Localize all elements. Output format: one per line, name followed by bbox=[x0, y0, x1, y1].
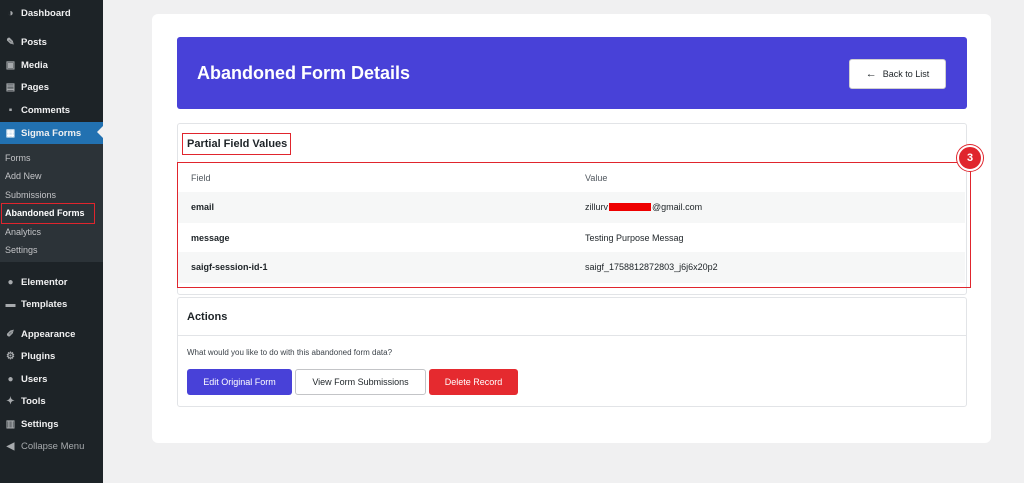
pushpin-icon: ✎ bbox=[6, 36, 15, 48]
sidebar-item-label: Plugins bbox=[21, 350, 56, 362]
paintbrush-icon: ✐ bbox=[6, 328, 15, 340]
sidebar-item-sigma-forms[interactable]: ▦ Sigma Forms bbox=[0, 122, 103, 144]
sidebar-item-label: Posts bbox=[21, 36, 47, 48]
sidebar-item-media[interactable]: ▣ Media bbox=[0, 55, 103, 75]
collapse-menu-label: Collapse Menu bbox=[21, 440, 85, 452]
highlight-box-table bbox=[177, 162, 971, 288]
header-banner: Abandoned Form Details ← Back to List bbox=[177, 37, 967, 109]
media-icon: ▣ bbox=[5, 59, 16, 71]
pages-icon: ▤ bbox=[5, 81, 16, 93]
actions-title: Actions bbox=[187, 311, 228, 323]
sidebar-item-pages[interactable]: ▤ Pages bbox=[0, 77, 103, 97]
highlight-box-partial-title bbox=[182, 133, 291, 155]
comment-icon: ▪ bbox=[8, 104, 13, 116]
sidebar-item-label: Settings bbox=[21, 418, 59, 430]
submenu-item-analytics[interactable]: Analytics bbox=[5, 227, 41, 237]
sidebar-item-comments[interactable]: ▪ Comments bbox=[0, 100, 103, 120]
sidebar-item-appearance[interactable]: ✐ Appearance bbox=[0, 324, 103, 344]
sidebar-item-plugins[interactable]: ⚙ Plugins bbox=[0, 346, 103, 366]
back-to-list-label: Back to List bbox=[882, 69, 930, 79]
sidebar-item-label: Dashboard bbox=[21, 7, 71, 19]
sidebar-item-label: Appearance bbox=[21, 328, 76, 340]
elementor-icon: ● bbox=[7, 276, 14, 288]
sidebar-item-elementor[interactable]: ● Elementor bbox=[0, 272, 103, 292]
delete-record-button[interactable]: Delete Record bbox=[429, 369, 518, 395]
sidebar-item-tools[interactable]: ✦ Tools bbox=[0, 391, 103, 411]
sidebar-item-label: Templates bbox=[21, 298, 68, 310]
back-to-list-button[interactable]: ← Back to List bbox=[849, 59, 946, 89]
sidebar-item-settings[interactable]: ▥ Settings bbox=[0, 414, 103, 434]
sidebar-item-users[interactable]: ● Users bbox=[0, 369, 103, 389]
active-menu-pointer bbox=[97, 126, 103, 138]
collapse-icon: ◀ bbox=[6, 440, 15, 452]
plugin-icon: ⚙ bbox=[6, 350, 15, 362]
sidebar-item-dashboard[interactable]: ◑ Dashboard bbox=[0, 3, 103, 23]
sidebar-item-label: Media bbox=[21, 59, 48, 71]
form-icon: ▦ bbox=[5, 127, 16, 139]
actions-description: What would you like to do with this aban… bbox=[187, 348, 393, 357]
sidebar-item-posts[interactable]: ✎ Posts bbox=[0, 32, 103, 52]
step-number-badge: 3 bbox=[957, 145, 983, 171]
page-title: Abandoned Form Details bbox=[197, 63, 411, 83]
submenu-item-forms[interactable]: Forms bbox=[5, 153, 31, 163]
actions-divider bbox=[178, 335, 966, 336]
collapse-menu-button[interactable]: ◀ Collapse Menu bbox=[0, 436, 103, 456]
submenu-item-submissions[interactable]: Submissions bbox=[5, 190, 56, 200]
sidebar-item-label: Pages bbox=[21, 81, 49, 93]
edit-original-form-button[interactable]: Edit Original Form bbox=[187, 369, 292, 395]
sidebar-item-label: Users bbox=[21, 373, 48, 385]
sidebar-item-label: Elementor bbox=[21, 276, 68, 288]
view-form-submissions-button[interactable]: View Form Submissions bbox=[295, 369, 426, 395]
admin-sidebar: ◑ Dashboard ✎ Posts ▣ Media ▤ Pages ▪ Co… bbox=[0, 0, 103, 483]
sidebar-item-label: Tools bbox=[21, 395, 46, 407]
highlight-box-abandoned-forms bbox=[1, 203, 95, 224]
sidebar-item-label: Sigma Forms bbox=[21, 127, 82, 139]
arrow-left-icon: ← bbox=[865, 68, 877, 80]
sidebar-item-templates[interactable]: ▬ Templates bbox=[0, 294, 103, 314]
submenu-item-settings[interactable]: Settings bbox=[5, 245, 38, 255]
folder-icon: ▬ bbox=[5, 298, 16, 310]
user-icon: ● bbox=[7, 373, 14, 385]
settings-icon: ▥ bbox=[5, 418, 16, 430]
dashboard-icon: ◑ bbox=[7, 7, 14, 19]
wrench-icon: ✦ bbox=[6, 395, 15, 407]
sidebar-item-label: Comments bbox=[21, 104, 71, 116]
submenu-item-add-new[interactable]: Add New bbox=[5, 171, 42, 181]
